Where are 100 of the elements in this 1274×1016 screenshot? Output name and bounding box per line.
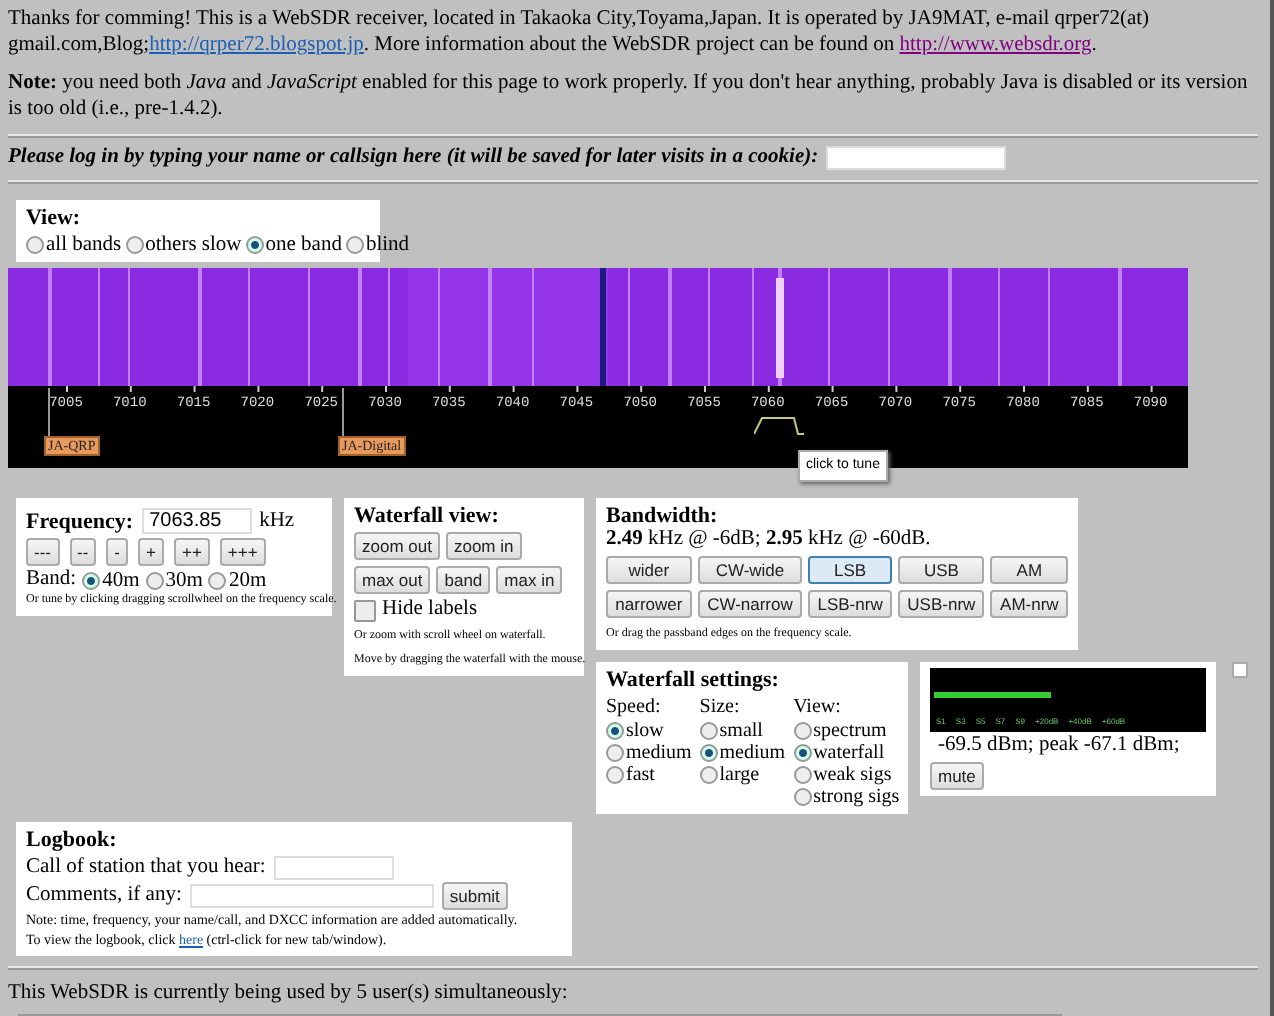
radio-label: large	[719, 764, 760, 786]
card-title: Bandwidth:	[606, 504, 720, 528]
intro-paragraph: Thanks for comming! This is a WebSDR receiver, located in Takaoka City,Toyama,Japan. It is operated by JA9MAT, e-mail qrper72(at) gmail.com,Blog;http://qrper72.blogspot.jp. More information about the WebSDR project can be found on http://www.websdr.org.	[8, 6, 1152, 58]
signal-reading: -69.5 dBm; peak -67.1 dBm;	[936, 734, 1182, 758]
radio-button[interactable]	[125, 236, 144, 254]
radio-button[interactable]	[699, 722, 718, 740]
card-title: Waterfall settings:	[606, 668, 781, 692]
radio-label: weak sigs	[813, 764, 892, 786]
radio-button[interactable]	[699, 744, 718, 762]
radio-button[interactable]	[345, 236, 364, 254]
radio-label: medium	[626, 742, 692, 764]
tune-step-button[interactable]: +	[138, 538, 164, 566]
radio-option[interactable]: large	[699, 764, 760, 786]
mode-button[interactable]: CW-narrow	[697, 590, 803, 618]
radio-label: fast	[626, 764, 655, 786]
tune-step-button[interactable]: --	[69, 538, 97, 566]
radio-label: small	[719, 720, 763, 742]
login-prompt: Please log in by typing your name or callsign here (it will be saved for later visits in a cookie):	[8, 146, 819, 170]
radio-button[interactable]	[793, 722, 812, 740]
mode-button[interactable]: CW-wide	[697, 556, 803, 584]
group-label: View:	[793, 696, 843, 720]
web-link[interactable]: http://www.websdr.org	[899, 34, 1092, 56]
group-label: Speed:	[606, 696, 663, 720]
mode-button[interactable]: narrower	[606, 590, 692, 618]
radio-option[interactable]: weak sigs	[793, 764, 892, 786]
label-marker-line	[48, 388, 50, 438]
card-title: Waterfall view:	[354, 504, 501, 528]
radio-label: others slow	[145, 234, 242, 256]
mode-button[interactable]: LSB	[808, 556, 892, 584]
radio-label: one band	[265, 234, 342, 256]
radio-label: medium	[719, 742, 786, 764]
band-label: Band:	[26, 568, 77, 592]
radio-button[interactable]	[26, 236, 44, 254]
label-marker-line	[342, 388, 344, 438]
radio-option[interactable]: 40m	[82, 569, 140, 591]
tune-step-button[interactable]: ++	[173, 538, 210, 566]
frequency-field[interactable]: 7063.85	[141, 508, 252, 534]
radio-button[interactable]	[699, 766, 718, 784]
checkbox[interactable]	[354, 599, 376, 621]
radio-option[interactable]: small	[699, 720, 763, 742]
users-text: This WebSDR is currently being used by 5 user(s) simultaneously:	[8, 982, 570, 1006]
radio-button[interactable]	[245, 236, 264, 254]
tune-step-button[interactable]: -	[106, 538, 129, 566]
radio-button[interactable]	[145, 571, 164, 589]
zoom-button[interactable]: band	[436, 566, 491, 594]
radio-option[interactable]: 20m	[208, 569, 267, 591]
call-field[interactable]	[273, 856, 394, 880]
radio-label: strong sigs	[813, 786, 900, 808]
mode-button[interactable]: USB-nrw	[898, 590, 985, 618]
checkbox[interactable]	[1232, 662, 1248, 678]
zoom-button[interactable]: zoom in	[445, 532, 522, 560]
zoom-button[interactable]: max in	[496, 566, 563, 594]
field-label: Call of station that you hear:	[26, 856, 266, 880]
radio-label: slow	[626, 720, 664, 742]
mode-button[interactable]: wider	[606, 556, 692, 584]
mute-button[interactable]: mute	[930, 762, 984, 790]
checkbox-label: Hide labels	[382, 598, 478, 622]
note-paragraph: Note: you need both Java and JavaScript enabled for this page to work properly. If you don't hear anything, probably Java is disabled or its version is too old (i.e., pre-1.4.2).	[8, 70, 1250, 122]
zoom-button[interactable]: zoom out	[354, 532, 440, 560]
radio-option[interactable]: slow	[606, 720, 664, 742]
radio-option[interactable]: medium	[606, 742, 692, 764]
tune-step-button[interactable]: ---	[26, 538, 59, 566]
zoom-button[interactable]: max out	[354, 566, 431, 594]
comments-field[interactable]	[189, 884, 434, 908]
radio-label: waterfall	[813, 742, 885, 764]
radio-option[interactable]: spectrum	[793, 720, 887, 742]
radio-option[interactable]: medium	[699, 742, 786, 764]
mode-button[interactable]: AM-nrw	[990, 590, 1068, 618]
radio-label: all bands	[46, 234, 122, 256]
card-title: View:	[26, 206, 83, 230]
radio-button[interactable]	[793, 766, 812, 784]
radio-label: spectrum	[813, 720, 887, 742]
radio-option[interactable]: blind	[345, 234, 410, 256]
radio-button[interactable]	[82, 571, 101, 589]
mode-button[interactable]: LSB-nrw	[808, 590, 892, 618]
radio-label: 30m	[165, 569, 203, 591]
submit-button[interactable]: submit	[441, 882, 508, 910]
tune-step-button[interactable]: +++	[219, 538, 266, 566]
radio-button[interactable]	[208, 571, 227, 589]
radio-option[interactable]: 30m	[145, 569, 203, 591]
radio-button[interactable]	[606, 722, 624, 740]
mode-button[interactable]: AM	[990, 556, 1068, 584]
unit-label: kHz	[259, 509, 295, 533]
radio-button[interactable]	[606, 766, 624, 784]
radio-button[interactable]	[793, 788, 812, 806]
radio-option[interactable]: fast	[606, 764, 655, 786]
passband-icon[interactable]	[754, 416, 806, 436]
radio-label: 20m	[228, 569, 267, 591]
callsign-field[interactable]	[826, 146, 1007, 170]
radio-option[interactable]: one band	[245, 234, 342, 256]
bandwidth-reading: 2.49 kHz @ -6dB; 2.95 kHz @ -60dB.	[606, 528, 931, 550]
radio-option[interactable]: all bands	[26, 234, 122, 256]
radio-label: blind	[365, 234, 410, 256]
radio-option[interactable]: strong sigs	[793, 786, 900, 808]
radio-option[interactable]: others slow	[125, 234, 242, 256]
radio-button[interactable]	[793, 744, 812, 762]
radio-button[interactable]	[606, 744, 624, 762]
mode-button[interactable]: USB	[898, 556, 985, 584]
radio-label: 40m	[102, 569, 140, 591]
radio-option[interactable]: waterfall	[793, 742, 885, 764]
